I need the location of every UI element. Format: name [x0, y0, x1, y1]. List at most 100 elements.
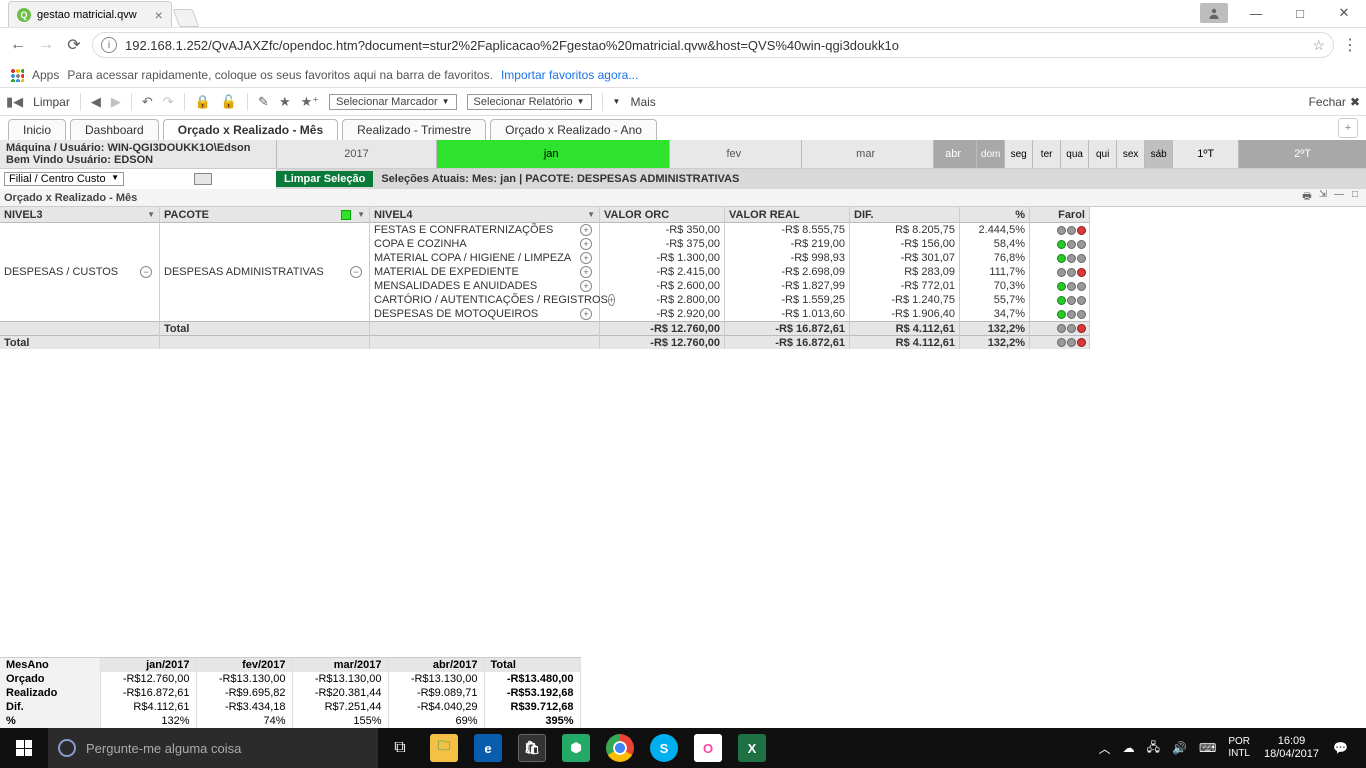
- month-jan[interactable]: jan: [436, 140, 669, 168]
- window-maximize-icon[interactable]: □: [1278, 0, 1322, 27]
- clear-button[interactable]: Limpar: [33, 95, 70, 109]
- summary-col-jan[interactable]: jan/2017: [100, 658, 196, 672]
- quarter-1[interactable]: 1ºT: [1172, 140, 1238, 168]
- expand-icon[interactable]: +: [580, 280, 592, 292]
- export-icon[interactable]: ⇲: [1316, 189, 1330, 206]
- day-seg[interactable]: seg: [1004, 140, 1032, 168]
- close-x-icon[interactable]: ✖: [1350, 95, 1360, 109]
- sheet-tab[interactable]: Dashboard: [70, 119, 159, 140]
- tray-network-icon[interactable]: 🖧: [1141, 738, 1166, 759]
- col-valor-real[interactable]: VALOR REAL: [729, 209, 800, 221]
- expand-icon[interactable]: +: [580, 224, 592, 236]
- day-sex[interactable]: sex: [1116, 140, 1144, 168]
- expand-icon[interactable]: +: [580, 266, 592, 278]
- excel-icon[interactable]: X: [730, 728, 774, 768]
- close-icon[interactable]: ×: [155, 7, 163, 23]
- skype-icon[interactable]: S: [642, 728, 686, 768]
- add-sheet-button[interactable]: +: [1338, 118, 1358, 138]
- chrome-icon[interactable]: [598, 728, 642, 768]
- year-cell[interactable]: 2017: [276, 140, 436, 168]
- expand-icon[interactable]: +: [580, 238, 592, 250]
- sheet-tab[interactable]: Orçado x Realizado - Ano: [490, 119, 657, 140]
- window-minimize-icon[interactable]: —: [1234, 0, 1278, 27]
- day-qui[interactable]: qui: [1088, 140, 1116, 168]
- import-favorites-link[interactable]: Importar favoritos agora...: [501, 68, 638, 82]
- tray-lang[interactable]: PORINTL: [1222, 736, 1256, 760]
- expand-icon[interactable]: +: [580, 308, 592, 320]
- lock-icon[interactable]: 🔒: [195, 94, 211, 110]
- tray-onedrive-icon[interactable]: ☁: [1117, 741, 1141, 755]
- month-fev[interactable]: fev: [669, 140, 801, 168]
- day-dom[interactable]: dom: [976, 140, 1004, 168]
- col-nivel3[interactable]: NIVEL3: [4, 209, 43, 221]
- marker-icon[interactable]: ✎: [258, 94, 269, 110]
- col-pct[interactable]: %: [1015, 209, 1025, 221]
- summary-col-abr[interactable]: abr/2017: [388, 658, 484, 672]
- summary-table[interactable]: MesAno jan/2017 fev/2017 mar/2017 abr/20…: [0, 657, 581, 728]
- pivot-table[interactable]: NIVEL3▼ DESPESAS / CUSTOS− Total PACOTE▼…: [0, 207, 1366, 349]
- tray-up-icon[interactable]: ︿: [1093, 740, 1117, 757]
- summary-col-mar[interactable]: mar/2017: [292, 658, 388, 672]
- file-explorer-icon[interactable]: 🗀: [422, 728, 466, 768]
- tray-notifications-icon[interactable]: 💬: [1327, 741, 1354, 755]
- site-info-icon[interactable]: i: [101, 37, 117, 53]
- maximize-icon[interactable]: □: [1348, 189, 1362, 206]
- tray-volume-icon[interactable]: 🔊: [1166, 741, 1193, 755]
- expand-icon[interactable]: +: [580, 252, 592, 264]
- sheet-tab[interactable]: Realizado - Trimestre: [342, 119, 486, 140]
- day-qua[interactable]: qua: [1060, 140, 1088, 168]
- reload-button[interactable]: ⟳: [64, 35, 84, 55]
- sheet-tab[interactable]: Inicio: [8, 119, 66, 140]
- col-valor-orc[interactable]: VALOR ORC: [604, 209, 669, 221]
- bookmark-star-icon[interactable]: ☆: [1312, 37, 1325, 54]
- report-select[interactable]: Selecionar Relatório: [467, 94, 592, 110]
- minimize-icon[interactable]: —: [1332, 189, 1346, 206]
- bookmark-select[interactable]: Selecionar Marcador: [329, 94, 456, 110]
- summary-col-total[interactable]: Total: [484, 658, 580, 672]
- tray-clock[interactable]: 16:0918/04/2017: [1256, 735, 1327, 761]
- back-button[interactable]: ←: [8, 36, 28, 54]
- month-abr[interactable]: abr: [933, 140, 976, 168]
- unlock-icon[interactable]: 🔓: [221, 94, 237, 110]
- app1-icon[interactable]: ⬢: [554, 728, 598, 768]
- add-bookmark-icon[interactable]: ★⁺: [301, 94, 320, 110]
- edge-icon[interactable]: e: [466, 728, 510, 768]
- day-ter[interactable]: ter: [1032, 140, 1060, 168]
- tray-keyboard-icon[interactable]: ⌨: [1193, 741, 1222, 755]
- collapse-icon[interactable]: −: [140, 266, 152, 278]
- start-button[interactable]: [0, 728, 48, 768]
- apps-label[interactable]: Apps: [32, 68, 59, 82]
- task-view-icon[interactable]: ⧉: [378, 728, 422, 768]
- filial-combo[interactable]: Filial / Centro Custo▼: [4, 172, 124, 186]
- print-icon[interactable]: 🖶: [1300, 189, 1314, 206]
- back-icon[interactable]: ◀: [91, 94, 101, 110]
- col-dif[interactable]: DIF.: [854, 209, 874, 221]
- summary-col-fev[interactable]: fev/2017: [196, 658, 292, 672]
- new-tab-button[interactable]: [173, 9, 200, 27]
- chrome-user-icon[interactable]: [1200, 3, 1228, 23]
- undo-icon[interactable]: ↶: [142, 94, 153, 110]
- day-sab[interactable]: sáb: [1144, 140, 1172, 168]
- apps-icon[interactable]: [10, 68, 24, 82]
- col-farol[interactable]: Farol: [1058, 209, 1085, 221]
- close-label[interactable]: Fechar: [1309, 95, 1346, 109]
- collapse-icon[interactable]: −: [350, 266, 362, 278]
- quarter-2[interactable]: 2ºT: [1238, 140, 1366, 168]
- sheet-tab[interactable]: Orçado x Realizado - Mês: [163, 119, 338, 140]
- more-arrow-icon[interactable]: ▼: [613, 97, 621, 106]
- clear-first-icon[interactable]: ▮◀: [6, 94, 23, 110]
- cortana-search[interactable]: Pergunte-me alguma coisa: [48, 728, 378, 768]
- more-button[interactable]: Mais: [630, 95, 655, 109]
- col-nivel4[interactable]: NIVEL4: [374, 209, 413, 221]
- col-pacote[interactable]: PACOTE: [164, 209, 209, 221]
- address-bar[interactable]: i 192.168.1.252/QvAJAXZfc/opendoc.htm?do…: [92, 32, 1334, 58]
- store-icon[interactable]: 🛍: [510, 728, 554, 768]
- browser-tab[interactable]: Q gestao matricial.qvw ×: [8, 1, 172, 27]
- month-mar[interactable]: mar: [801, 140, 933, 168]
- chrome-menu-icon[interactable]: ⋮: [1342, 35, 1358, 55]
- window-close-icon[interactable]: ✕: [1322, 0, 1366, 27]
- star-icon[interactable]: ★: [279, 94, 291, 110]
- summary-header-mesano[interactable]: MesAno: [0, 658, 100, 672]
- outlook-icon[interactable]: O: [686, 728, 730, 768]
- clear-selection-button[interactable]: Limpar Seleção: [276, 171, 373, 187]
